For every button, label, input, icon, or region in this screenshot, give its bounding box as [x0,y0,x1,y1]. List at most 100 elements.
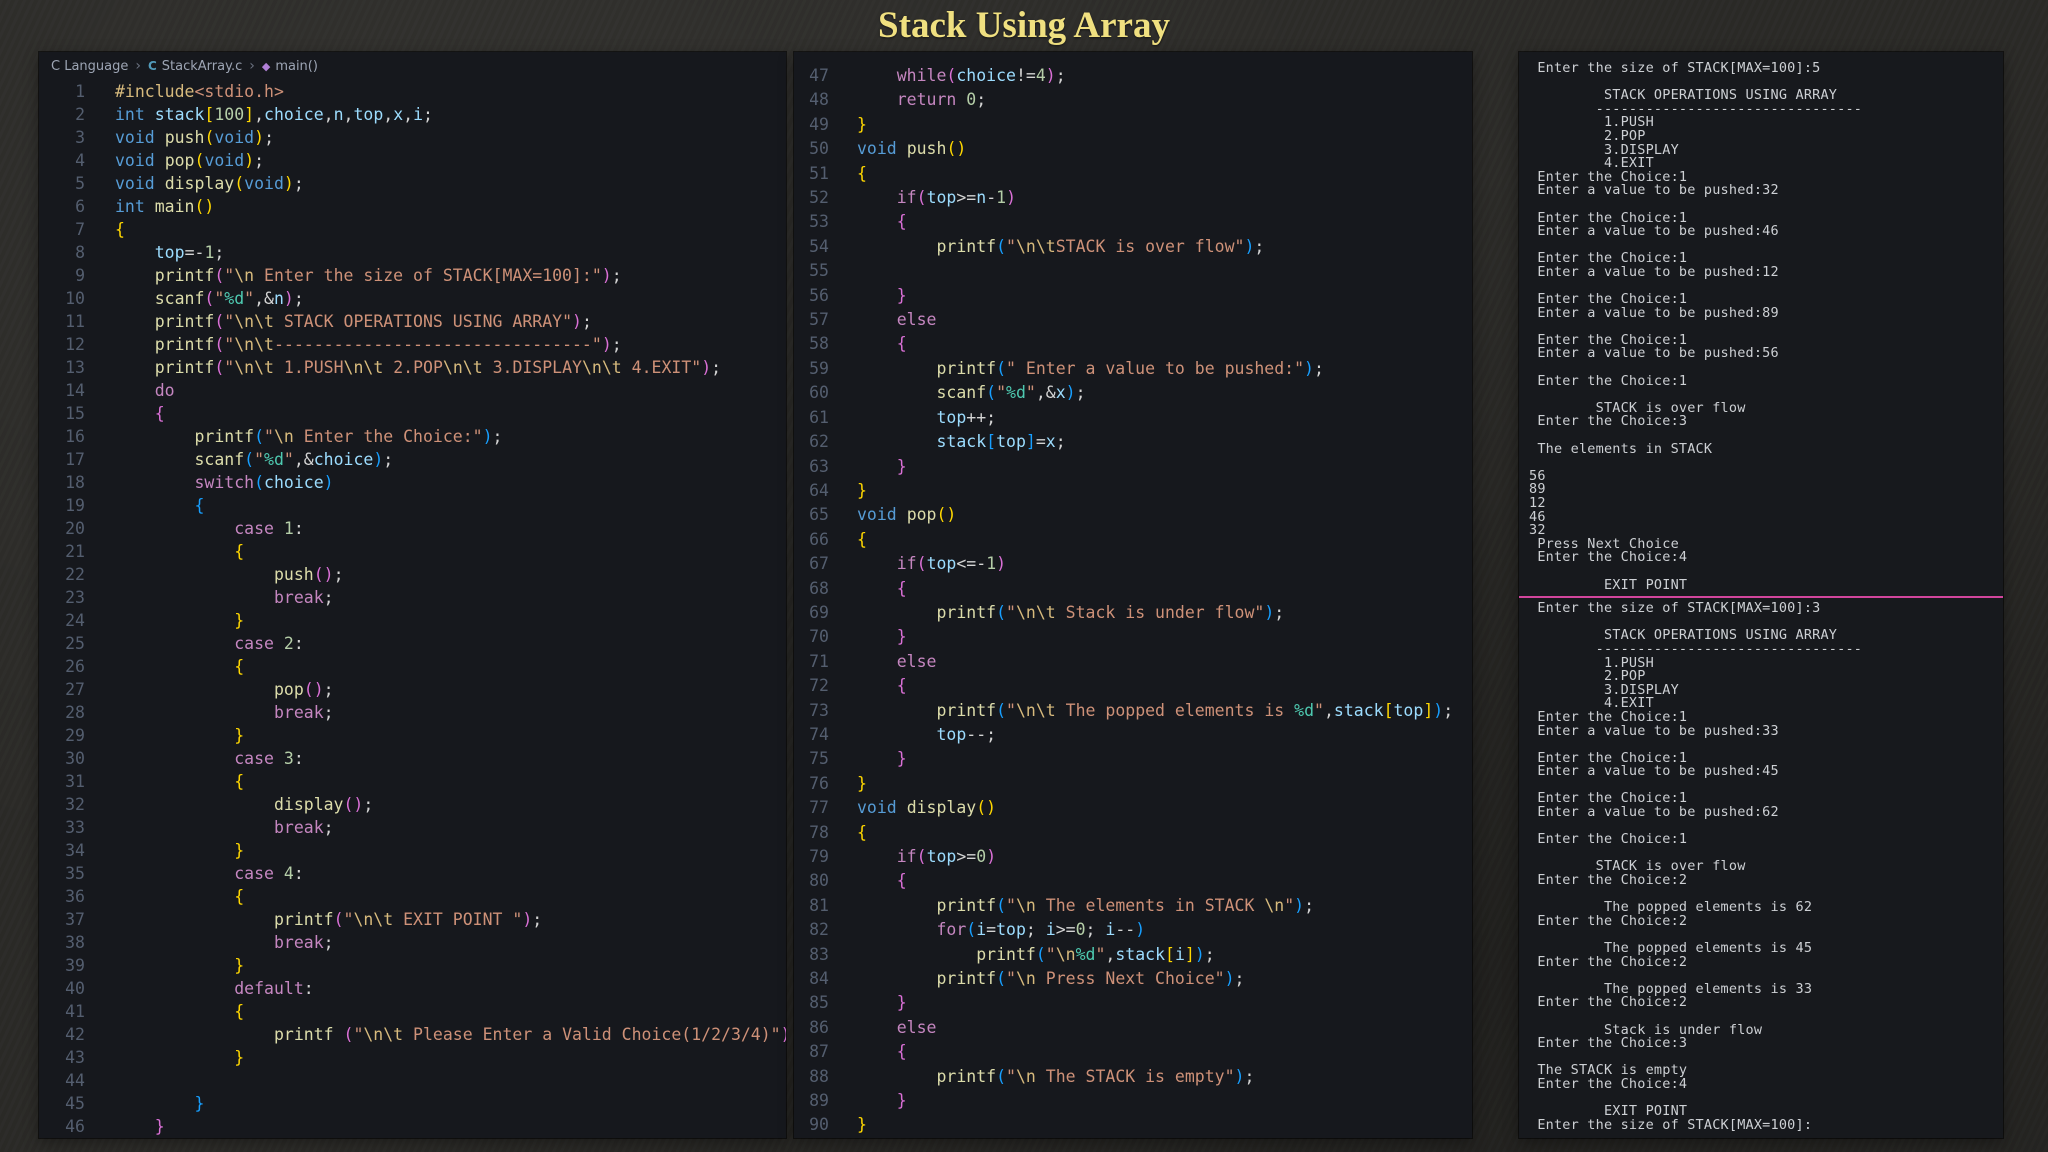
line-number: 32 [65,795,85,814]
line-number: 22 [65,565,85,584]
code-line: 90} [794,1113,1472,1137]
code-line: 72 { [794,674,1472,698]
code-line: 43 } [39,1046,786,1069]
code-line: 48 return 0; [794,88,1472,112]
code-text: case 3: [234,749,304,768]
code-line: 41 { [39,1000,786,1023]
line-number: 27 [65,680,85,699]
code-text: { [857,163,867,183]
code-text: printf("\n\t EXIT POINT "); [273,910,543,929]
code-text: printf("\n The STACK is empty"); [936,1066,1255,1086]
code-area-lines-47-90[interactable]: 47 while(choice!=4); 48 return 0; 49} 50 voi… [794,52,1472,1138]
line-number: 89 [809,1091,829,1111]
code-line: 10 scanf("%d",&n); [39,287,786,310]
code-text: } [234,726,245,745]
code-line: 82 for(i=top; i>=0; i--) [794,918,1472,942]
line-number: 24 [65,611,85,630]
code-line: 53 { [794,210,1472,234]
code-line: 57 else [794,308,1472,332]
code-text: printf(" Enter a value to be pushed:"); [936,358,1324,378]
breadcrumb-label: StackArray.c [161,58,243,74]
line-number: 63 [809,456,829,476]
line-number: 14 [65,381,85,400]
code-line: 37 printf("\n\t EXIT POINT "); [39,908,786,931]
terminal-output-panel[interactable]: Enter the size of STACK[MAX=100]:5 STACK… [1519,52,2003,1138]
line-number: 12 [65,335,85,354]
code-text: printf("\n\t----------------------------… [154,335,622,354]
breadcrumb-item-symbol[interactable]: ◆ main() [262,59,318,74]
code-text: display(); [273,795,374,814]
line-number: 66 [809,529,829,549]
line-number: 73 [809,700,829,720]
code-text: if(top>=0) [896,847,997,866]
breadcrumb-item-language[interactable]: C Language [51,59,128,74]
line-number: 62 [809,432,829,452]
terminal-body: Enter the size of STACK[MAX=100]:5 STACK… [1519,52,2003,1132]
line-number: 45 [65,1094,85,1113]
code-line: 52 if(top>=n-1) [794,186,1472,210]
code-text: printf("\n\t Stack is under flow"); [936,602,1285,622]
line-number: 75 [809,749,829,769]
line-number: 8 [75,243,85,262]
code-text: printf ("\n\t Please Enter a Valid Choic… [273,1025,786,1044]
line-number: 78 [809,822,829,842]
line-number: 49 [809,114,829,134]
code-text: { [896,676,907,696]
code-line: 1 #include<stdio.h> [39,80,786,103]
code-text: while(choice!=4); [896,66,1066,85]
line-number: 86 [809,1017,829,1037]
line-number: 69 [809,602,829,622]
line-number: 31 [65,772,85,791]
code-line: 40 default: [39,977,786,1000]
code-text: { [896,1042,907,1062]
line-number: 68 [809,578,829,598]
code-line: 69 printf("\n\t Stack is under flow"); [794,601,1472,625]
line-number: 87 [809,1042,829,1062]
code-text: { [896,334,907,354]
code-line: 12 printf("\n\t-------------------------… [39,333,786,356]
line-number: 60 [809,383,829,403]
chevron-right-icon: › [135,58,141,74]
terminal-line: Enter a value to be pushed:12 [1529,263,1779,280]
code-text: void pop() [857,505,957,525]
terminal-line: Enter the Choice:1 [1529,372,1688,389]
code-area-lines-1-46[interactable]: 1 #include<stdio.h> 2 int stack[100],choice… [39,80,786,1138]
code-line: 56 } [794,284,1472,308]
code-line: 20 case 1: [39,517,786,540]
code-line: 50 void push() [794,137,1472,161]
code-line: 35 case 4: [39,862,786,885]
terminal-line: Enter the Choice:4 [1529,1075,1688,1092]
line-number: 37 [65,910,85,929]
breadcrumb-item-file[interactable]: C StackArray.c [148,59,242,74]
code-text: else [896,310,937,330]
code-line: 4 void pop(void); [39,149,786,172]
code-text: break; [273,818,334,837]
line-number: 54 [809,236,829,256]
code-line: 68 { [794,577,1472,601]
code-line: 26 { [39,655,786,678]
code-text: printf("\n The elements in STACK \n"); [936,895,1315,915]
terminal-line: Enter the Choice:2 [1529,912,1688,929]
code-line: 13 printf("\n\t 1.PUSH\n\t 2.POP\n\t 3.D… [39,356,786,379]
code-text: else [896,1017,937,1037]
line-number: 18 [65,473,85,492]
line-number: 21 [65,542,85,561]
terminal-line: Enter the Choice:2 [1529,953,1688,970]
code-text: } [234,956,245,975]
line-number: 33 [65,818,85,837]
code-line: 14 do [39,379,786,402]
code-text: { [234,542,245,561]
code-line: 19 { [39,494,786,517]
code-text: { [857,529,867,549]
terminal-line: Enter a value to be pushed:56 [1529,345,1779,362]
terminal-line: Enter the Choice:4 [1529,549,1688,566]
code-line: 45 } [39,1092,786,1115]
line-number: 50 [809,139,829,159]
terminal-line: Enter the size of STACK[MAX=100]:5 [1529,60,1821,76]
line-number: 46 [65,1117,85,1136]
code-line: 60 scanf("%d",&x); [794,381,1472,405]
code-text: case 4: [234,864,304,883]
code-text: } [857,480,867,500]
